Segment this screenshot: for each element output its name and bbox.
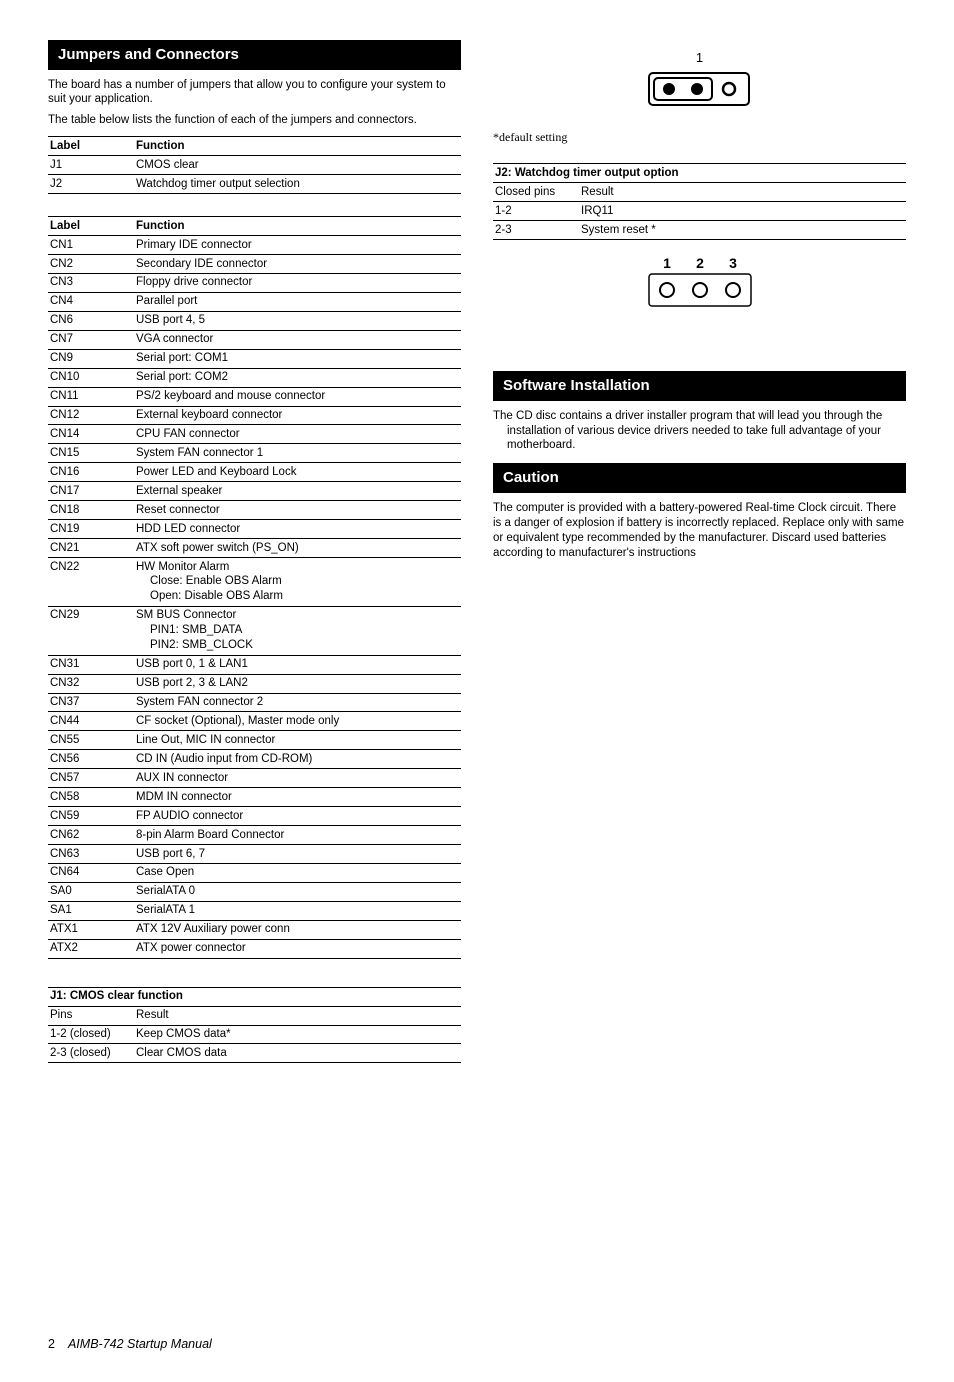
- software-text: The CD disc contains a driver installer …: [493, 409, 906, 454]
- table-row: CN12External keyboard connector: [48, 406, 461, 425]
- j1-header-pins: Pins: [48, 1006, 134, 1025]
- table-row: CN37System FAN connector 2: [48, 693, 461, 712]
- table-row: CN59FP AUDIO connector: [48, 807, 461, 826]
- page-number: 2: [48, 1337, 55, 1351]
- table-row: ATX1ATX 12V Auxiliary power conn: [48, 920, 461, 939]
- j1-title: J1: CMOS clear function: [48, 987, 461, 1006]
- table-row: CN44CF socket (Optional), Master mode on…: [48, 712, 461, 731]
- connectors-header-label: Label: [48, 217, 134, 236]
- table-row: CN57AUX IN connector: [48, 769, 461, 788]
- table-row: CN2Secondary IDE connector: [48, 255, 461, 274]
- j2-title: J2: Watchdog timer output option: [493, 164, 906, 183]
- section-header-software: Software Installation: [493, 371, 906, 401]
- table-row: SA0SerialATA 0: [48, 882, 461, 901]
- default-setting-caption: *default setting: [493, 130, 906, 146]
- table-row: 2-3 (closed)Clear CMOS data: [48, 1044, 461, 1063]
- table-row: ATX2ATX power connector: [48, 939, 461, 958]
- table-row: CN29SM BUS ConnectorPIN1: SMB_DATAPIN2: …: [48, 606, 461, 655]
- section-header-caution: Caution: [493, 463, 906, 493]
- table-row: CN58MDM IN connector: [48, 788, 461, 807]
- table-row: CN11PS/2 keyboard and mouse connector: [48, 387, 461, 406]
- table-row: CN17External speaker: [48, 482, 461, 501]
- connectors-table: Label Function CN1Primary IDE connectorC…: [48, 216, 461, 959]
- table-row: CN1Primary IDE connector: [48, 236, 461, 255]
- table-row: CN14CPU FAN connector: [48, 425, 461, 444]
- intro-paragraph-1: The board has a number of jumpers that a…: [48, 78, 461, 108]
- j2-header-result: Result: [579, 183, 906, 202]
- table-row: CN31USB port 0, 1 & LAN1: [48, 655, 461, 674]
- jumper-diagram-icon: [645, 69, 755, 109]
- connectors-header-function: Function: [134, 217, 461, 236]
- j1-table: J1: CMOS clear function Pins Result 1-2 …: [48, 987, 461, 1064]
- manual-title: AIMB-742 Startup Manual: [68, 1337, 212, 1351]
- section-header-jumpers: Jumpers and Connectors: [48, 40, 461, 70]
- svg-text:2: 2: [696, 255, 704, 271]
- table-row: CN63USB port 6, 7: [48, 845, 461, 864]
- jumpers-header-function: Function: [134, 137, 461, 156]
- table-row: CN22HW Monitor AlarmClose: Enable OBS Al…: [48, 558, 461, 607]
- table-row: 1-2 (closed)Keep CMOS data*: [48, 1025, 461, 1044]
- table-row: CN21ATX soft power switch (PS_ON): [48, 539, 461, 558]
- jumper-figure-label-1: 1: [493, 50, 906, 67]
- table-row: CN55Line Out, MIC IN connector: [48, 731, 461, 750]
- table-row: SA1SerialATA 1: [48, 901, 461, 920]
- page-footer: 2 AIMB-742 Startup Manual: [48, 1336, 212, 1352]
- j2-table: J2: Watchdog timer output option Closed …: [493, 163, 906, 240]
- table-row: CN19HDD LED connector: [48, 520, 461, 539]
- jumper-figure-open: 1 2 3: [493, 254, 906, 315]
- table-row: CN15System FAN connector 1: [48, 444, 461, 463]
- jumpers-header-label: Label: [48, 137, 134, 156]
- j1-header-result: Result: [134, 1006, 461, 1025]
- table-row: CN18Reset connector: [48, 501, 461, 520]
- table-row: J2Watchdog timer output selection: [48, 175, 461, 194]
- jumper-figure-default: 1: [493, 50, 906, 114]
- intro-paragraph-2: The table below lists the function of ea…: [48, 113, 461, 128]
- jumper-open-diagram-icon: 1 2 3: [645, 254, 755, 310]
- table-row: CN6USB port 4, 5: [48, 311, 461, 330]
- table-row: CN7VGA connector: [48, 330, 461, 349]
- table-row: CN628-pin Alarm Board Connector: [48, 826, 461, 845]
- table-row: CN3Floppy drive connector: [48, 273, 461, 292]
- table-row: CN9Serial port: COM1: [48, 349, 461, 368]
- jumpers-table: Label Function J1CMOS clearJ2Watchdog ti…: [48, 136, 461, 194]
- table-row: CN64Case Open: [48, 863, 461, 882]
- j2-header-pins: Closed pins: [493, 183, 579, 202]
- svg-text:3: 3: [729, 255, 737, 271]
- caution-text: The computer is provided with a battery-…: [493, 501, 906, 561]
- table-row: CN56CD IN (Audio input from CD-ROM): [48, 750, 461, 769]
- table-row: CN10Serial port: COM2: [48, 368, 461, 387]
- table-row: CN4Parallel port: [48, 292, 461, 311]
- svg-text:1: 1: [663, 255, 671, 271]
- table-row: J1CMOS clear: [48, 156, 461, 175]
- table-row: CN16Power LED and Keyboard Lock: [48, 463, 461, 482]
- table-row: 1-2IRQ11: [493, 202, 906, 221]
- table-row: 2-3System reset *: [493, 221, 906, 240]
- table-row: CN32USB port 2, 3 & LAN2: [48, 674, 461, 693]
